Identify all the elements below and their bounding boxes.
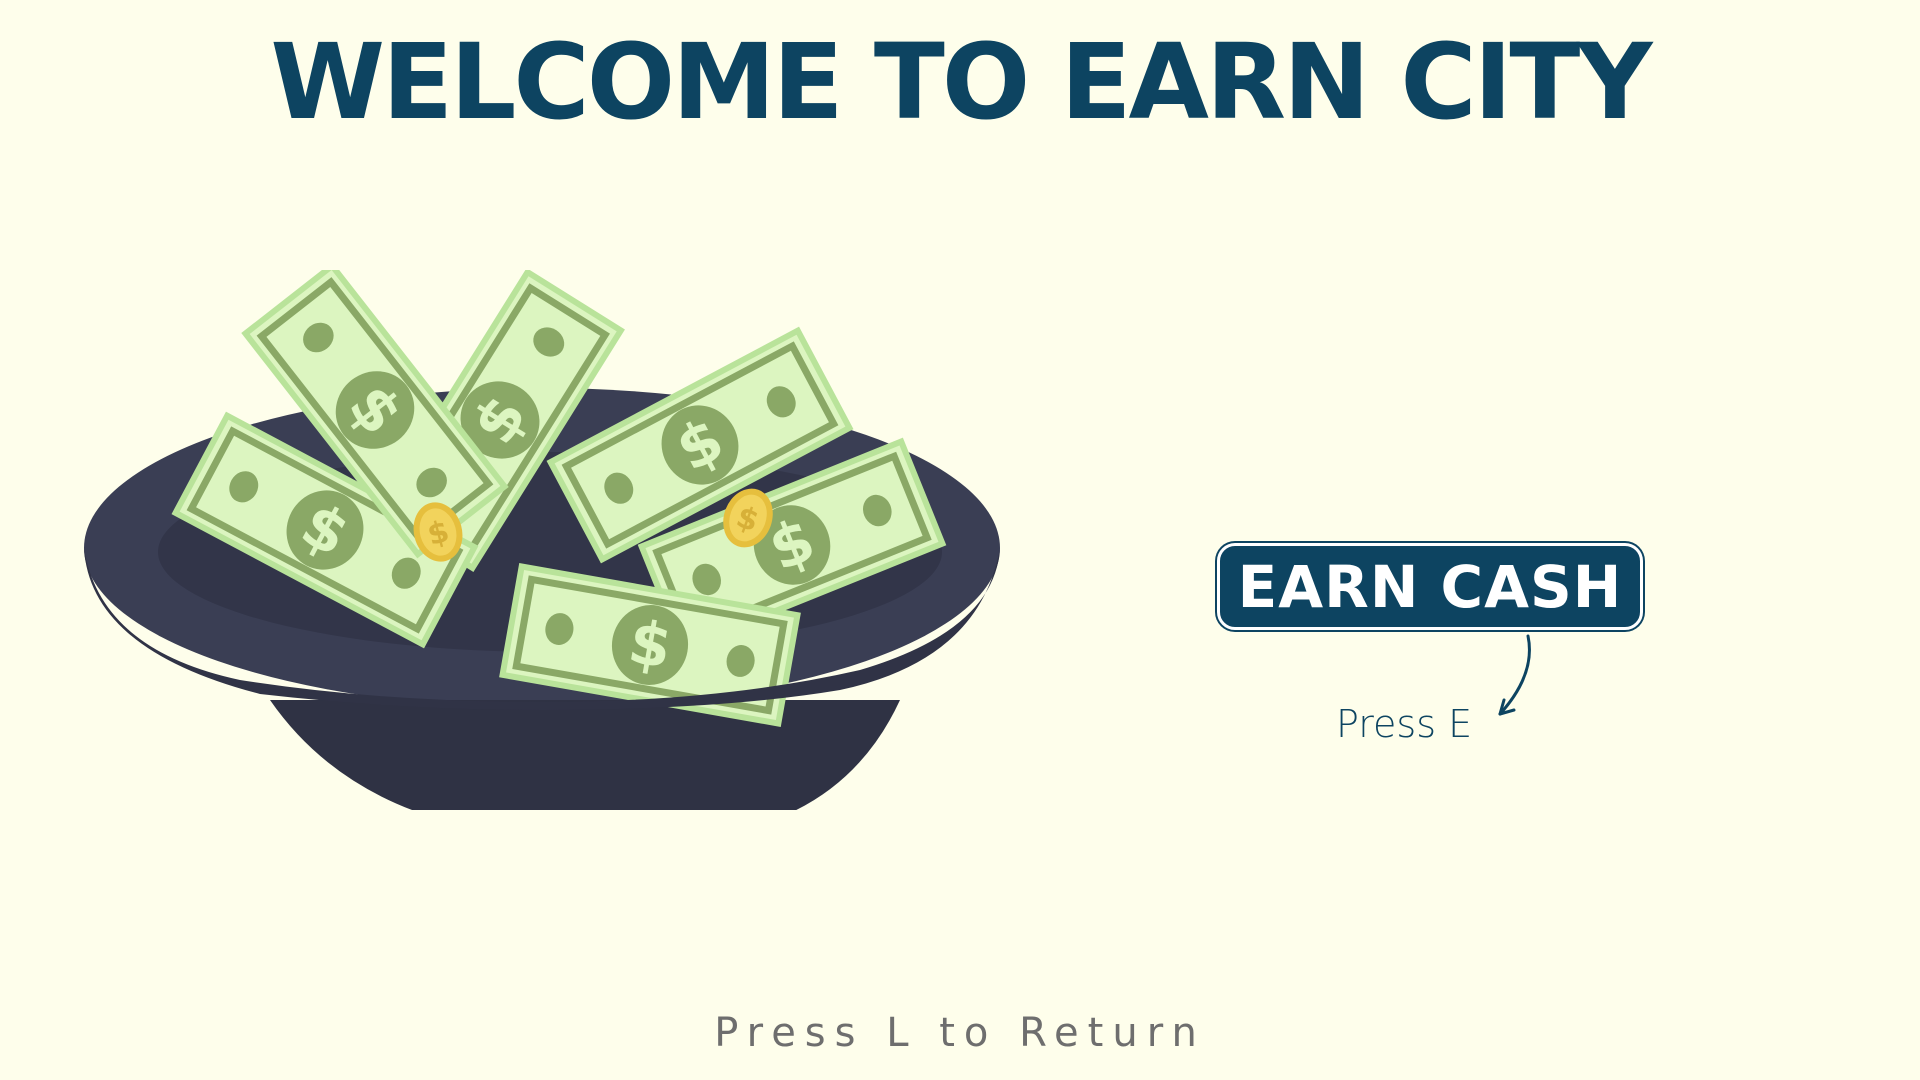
press-e-hint: Press E [1336, 702, 1473, 746]
curved-arrow-icon [1498, 634, 1531, 716]
earn-cash-button-label: EARN CASH [1237, 552, 1623, 621]
earn-cash-button[interactable]: EARN CASH [1217, 543, 1643, 630]
return-hint: Press L to Return [714, 1010, 1206, 1056]
money-bowl-illustration: $ $ [84, 270, 1000, 810]
page-title: WELCOME TO EARN CITY [270, 21, 1652, 143]
